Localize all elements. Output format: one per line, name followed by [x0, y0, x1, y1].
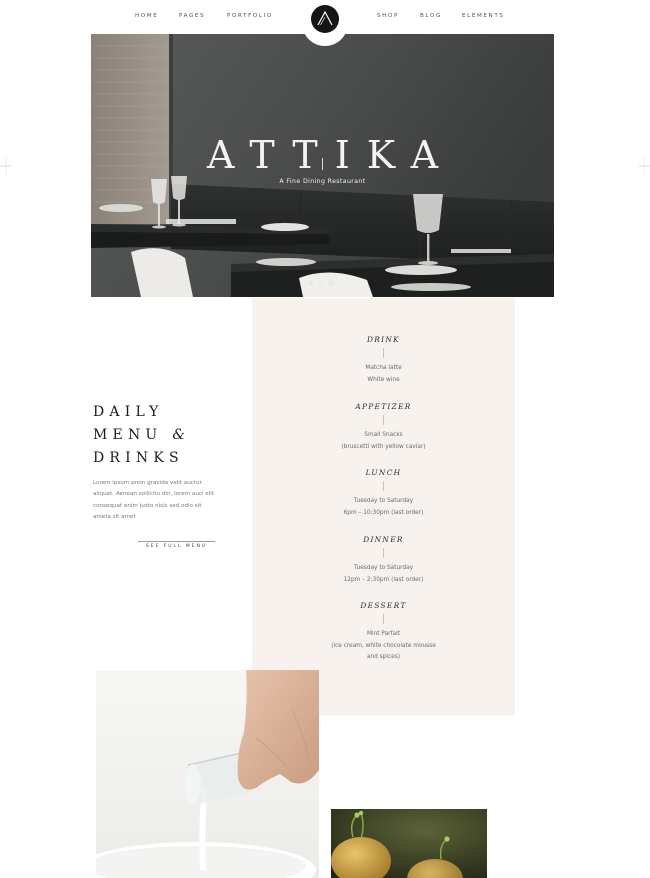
- menu-heading: DRINK: [367, 335, 400, 344]
- nav-blog[interactable]: BLOG: [420, 13, 442, 19]
- menu-separator: [383, 415, 384, 425]
- menu-panel: DRINK Matcha latte White wine APPETIZER …: [252, 298, 515, 716]
- slider-prev-arrow-icon[interactable]: [0, 154, 12, 178]
- slider-dot-1[interactable]: [309, 281, 313, 285]
- menu-section-drink: DRINK Matcha latte White wine: [252, 335, 515, 386]
- nav-elements[interactable]: ELEMENTS: [462, 13, 505, 19]
- daily-title-line: DAILY: [93, 404, 164, 420]
- slider-next-arrow-icon[interactable]: [638, 154, 650, 178]
- menu-section-lunch: LUNCH Tuesday to Saturday 6pm – 10:30pm …: [252, 468, 515, 519]
- ampersand: &: [172, 427, 185, 443]
- menu-item: White wine: [367, 376, 400, 383]
- slider-dot-3[interactable]: [329, 281, 333, 285]
- menu-section-appetizer: APPETIZER Small Snacks (bruscetti with y…: [252, 402, 515, 453]
- nav-pages[interactable]: PAGES: [179, 13, 205, 19]
- menu-item: Tuesday to Saturday: [353, 565, 414, 571]
- menu-separator: [383, 481, 384, 491]
- menu-item: (ice cream, white chocolate mousse: [331, 642, 436, 649]
- pouring-milk-photo: [96, 670, 319, 878]
- menu-separator: [383, 348, 384, 358]
- menu-heading: DESSERT: [360, 601, 407, 610]
- menu-heading: APPETIZER: [355, 402, 412, 411]
- menu-item: 12pm – 2:30pm (last order): [343, 576, 424, 583]
- slider-dot-2[interactable]: [319, 281, 323, 285]
- appetizer-photo: [331, 809, 487, 878]
- daily-title-line: MENU &: [93, 424, 243, 447]
- menu-separator: [383, 548, 384, 558]
- daily-menu-title: DAILY MENU & DRINKS: [93, 401, 243, 470]
- menu-item: 6pm – 10:30pm (last order): [343, 509, 424, 516]
- hero-slider: ATTIKA A Fine Dining Restaurant: [91, 34, 554, 297]
- menu-heading: LUNCH: [365, 468, 402, 477]
- menu-section-dinner: DINNER Tuesday to Saturday 12pm – 2:30pm…: [252, 535, 515, 586]
- hero-divider: [322, 158, 323, 170]
- menu-separator: [383, 614, 384, 624]
- logo[interactable]: [302, 0, 348, 46]
- nav-shop[interactable]: SHOP: [377, 13, 399, 19]
- daily-title-word: MENU: [93, 427, 163, 443]
- menu-heading: DINNER: [363, 535, 404, 544]
- nav-home[interactable]: HOME: [135, 13, 158, 19]
- menu-section-dessert: DESSERT Mint Parfait (ice cream, white c…: [252, 601, 515, 664]
- nav-portfolio[interactable]: PORTFOLIO: [227, 13, 273, 19]
- daily-title-line: DRINKS: [93, 450, 184, 466]
- menu-item: and spices): [366, 654, 401, 660]
- menu-item: Matcha latte: [365, 365, 402, 371]
- daily-description: Lorem ipsum proin gravida velit auctor a…: [93, 480, 215, 520]
- logo-a-icon: [311, 5, 339, 33]
- hero-subtitle: A Fine Dining Restaurant: [279, 178, 366, 185]
- menu-item: Small Snacks: [364, 432, 403, 438]
- menu-item: (bruscetti with yellow caviar): [341, 443, 426, 450]
- menu-item: Tuesday to Saturday: [353, 498, 414, 504]
- see-full-menu-button[interactable]: SEE FULL MENU: [138, 541, 215, 553]
- menu-item: Mint Parfait: [366, 631, 401, 637]
